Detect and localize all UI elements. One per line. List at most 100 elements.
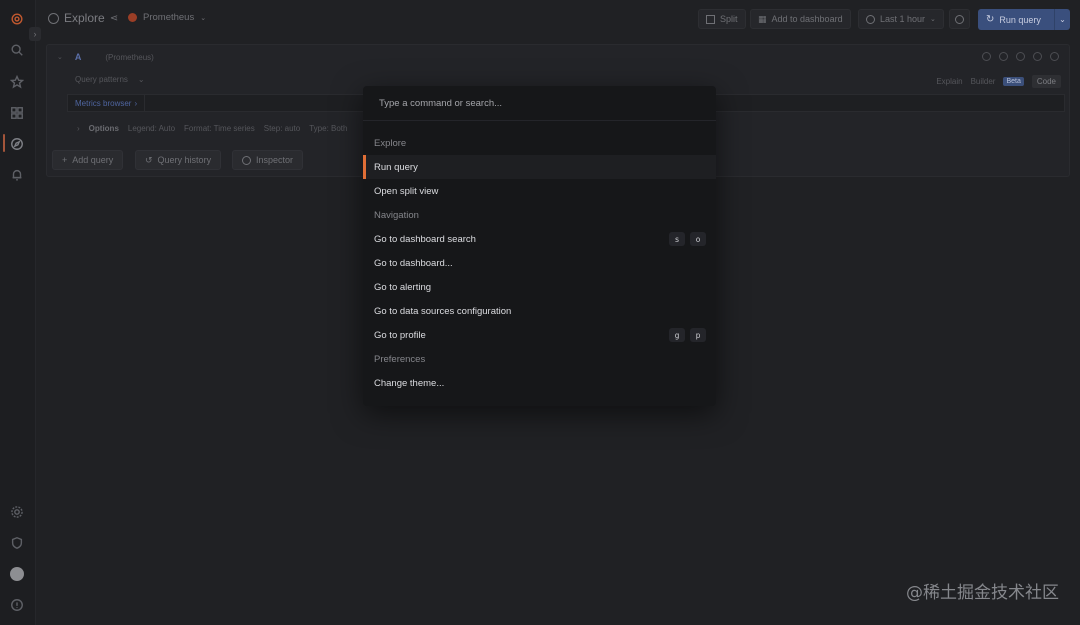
metrics-browser-label: Metrics browser: [75, 98, 132, 108]
command-go-to-data-sources[interactable]: Go to data sources configuration: [363, 299, 716, 323]
run-query-options-chevron-icon[interactable]: ⌄: [1054, 9, 1070, 30]
explore-compass-icon[interactable]: [9, 136, 25, 152]
option-format: Format: Time series: [184, 124, 255, 133]
chevron-down-icon: ⌄: [200, 14, 207, 22]
help-icon[interactable]: [9, 597, 25, 613]
inspector-label: Inspector: [256, 155, 294, 165]
time-range-label: Last 1 hour: [880, 14, 926, 24]
search-icon[interactable]: [9, 42, 25, 58]
drag-handle-icon[interactable]: [1050, 52, 1059, 61]
duplicate-query-icon[interactable]: [999, 52, 1008, 61]
beta-badge: Beta: [1003, 77, 1024, 86]
active-nav-indicator: [3, 134, 5, 152]
page-title-group: Explore ⋖: [48, 11, 118, 25]
option-type: Type: Both: [309, 124, 348, 133]
time-range-picker[interactable]: Last 1 hour ⌄: [858, 9, 944, 29]
command-go-to-dashboard[interactable]: Go to dashboard...: [363, 251, 716, 275]
option-legend: Legend: Auto: [127, 124, 176, 133]
metrics-browser-button[interactable]: Metrics browser ›: [68, 95, 146, 111]
add-to-dashboard-button[interactable]: ▦ Add to dashboard: [750, 9, 851, 29]
zoom-out-icon: [955, 14, 964, 24]
add-query-button[interactable]: + Add query: [52, 150, 124, 170]
query-help-icon[interactable]: [982, 52, 991, 61]
delete-trash-icon[interactable]: [1033, 52, 1042, 61]
server-admin-shield-icon[interactable]: [9, 535, 25, 551]
keyboard-shortcut: s o: [669, 232, 706, 246]
datasource-name: Prometheus: [143, 12, 195, 23]
add-to-dashboard-label: Add to dashboard: [771, 14, 843, 24]
datasource-picker[interactable]: Prometheus ⌄: [128, 12, 206, 23]
watermark: @稀土掘金技术社区: [906, 583, 1059, 603]
query-patterns-dropdown[interactable]: Query patterns ⌄: [75, 75, 145, 84]
tab-explain[interactable]: Explain: [936, 77, 962, 86]
shortcut-key: s: [669, 232, 685, 246]
command-search-bar: [363, 86, 716, 121]
section-label: Explore: [374, 137, 407, 149]
query-ref-id[interactable]: A: [75, 52, 82, 62]
command-label: Run query: [374, 161, 418, 173]
shortcut-key: p: [690, 328, 706, 342]
options-label: Options: [88, 124, 119, 133]
info-circle-icon: [242, 155, 251, 165]
shortcut-key: g: [669, 328, 685, 342]
history-icon: ↺: [145, 154, 153, 165]
split-button[interactable]: Split: [698, 9, 746, 29]
collapse-chevron-icon[interactable]: ⌄: [57, 53, 63, 61]
query-options-row[interactable]: › Options Legend: Auto Format: Time seri…: [77, 124, 347, 133]
keyboard-shortcut: g p: [669, 328, 706, 342]
command-label: Go to alerting: [374, 281, 432, 293]
user-avatar[interactable]: [9, 566, 25, 582]
refresh-icon: ↻: [986, 14, 995, 25]
command-label: Go to profile: [374, 329, 426, 341]
share-icon[interactable]: ⋖: [110, 13, 118, 24]
query-history-button[interactable]: ↺ Query history: [135, 150, 222, 170]
command-list: Explore Run query Open split view Naviga…: [363, 121, 716, 395]
query-datasource-hint: (Prometheus): [105, 52, 154, 62]
command-label: Go to dashboard...: [374, 257, 453, 269]
editor-mode-tabs: Explain Builder Beta Code: [936, 75, 1061, 88]
alerting-bell-icon[interactable]: [9, 167, 25, 183]
command-run-query[interactable]: Run query: [363, 155, 716, 179]
command-label: Go to dashboard search: [374, 233, 476, 245]
dashboard-grid-icon: ▦: [758, 13, 767, 24]
grafana-logo-icon[interactable]: [9, 11, 25, 27]
query-row-actions: [982, 52, 1059, 61]
dashboards-icon[interactable]: [9, 105, 25, 121]
toggle-visibility-eye-icon[interactable]: [1016, 52, 1025, 61]
command-go-to-dashboard-search[interactable]: Go to dashboard search s o: [363, 227, 716, 251]
configuration-gear-icon[interactable]: [9, 504, 25, 520]
tab-builder[interactable]: Builder: [971, 77, 996, 86]
command-label: Change theme...: [374, 377, 445, 389]
chevron-down-icon: ⌄: [137, 75, 145, 84]
run-query-button[interactable]: ↻ Run query ⌄: [978, 9, 1070, 30]
starred-icon[interactable]: [9, 74, 25, 90]
sidebar: ›: [0, 0, 41, 625]
page-title: Explore: [64, 11, 105, 25]
command-change-theme[interactable]: Change theme...: [363, 371, 716, 395]
command-go-to-profile[interactable]: Go to profile g p: [363, 323, 716, 347]
chevron-right-icon: ›: [134, 98, 138, 108]
command-label: Open split view: [374, 185, 439, 197]
shortcut-key: o: [690, 232, 706, 246]
command-palette: Explore Run query Open split view Naviga…: [363, 86, 716, 406]
explore-compass-icon: [48, 12, 59, 24]
clock-icon: [866, 14, 875, 24]
chevron-right-icon: ›: [77, 124, 80, 133]
zoom-out-button[interactable]: [949, 9, 970, 29]
query-history-label: Query history: [157, 155, 212, 165]
chevron-down-icon: ⌄: [930, 16, 936, 23]
command-search-input[interactable]: [379, 97, 699, 109]
section-explore: Explore: [363, 131, 716, 155]
inspector-button[interactable]: Inspector: [232, 150, 304, 170]
explore-toolbar: Explore ⋖ Prometheus ⌄ Split ▦ Add to da…: [36, 0, 1080, 38]
run-query-label: Run query: [999, 14, 1041, 25]
add-query-label: Add query: [72, 155, 114, 165]
split-icon: [706, 14, 715, 24]
option-step: Step: auto: [263, 124, 301, 133]
command-open-split-view[interactable]: Open split view: [363, 179, 716, 203]
split-label: Split: [720, 14, 738, 24]
prometheus-logo-icon: [128, 13, 137, 22]
tab-code[interactable]: Code: [1031, 75, 1061, 88]
command-go-to-alerting[interactable]: Go to alerting: [363, 275, 716, 299]
section-navigation: Navigation: [363, 203, 716, 227]
